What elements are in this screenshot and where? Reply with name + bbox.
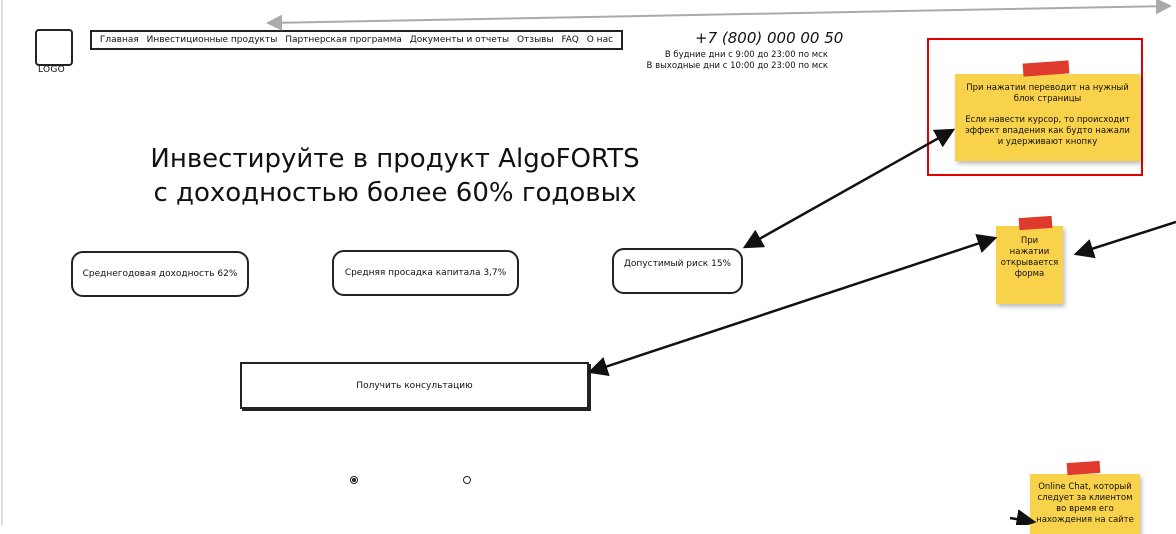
sticky-tape [1018, 215, 1053, 231]
nav-item-documents[interactable]: Документы и отчеты [410, 35, 509, 45]
connector-line-gray [266, 0, 1172, 31]
nav-item-faq[interactable]: FAQ [561, 35, 578, 45]
stat-card-yield: Среднегодовая доходность 62% [71, 251, 249, 297]
main-nav: Главная Инвестиционные продукты Партнерс… [90, 30, 623, 50]
sticky-note-form-text: При нажатии открывается форма [1000, 236, 1059, 279]
arrow-from-right-to-form [1073, 220, 1176, 259]
stat-card-drawdown: Средняя просадка капитала 3,7% [332, 250, 519, 296]
logo-label: LOGO [38, 65, 66, 75]
nav-item-about[interactable]: О нас [587, 35, 613, 45]
sticky-note-nav-text-1: При нажатии переводит на нужный блок стр… [966, 83, 1129, 104]
sticky-note-chat: Online Chat, который следует за клиентом… [1030, 474, 1140, 534]
stat-risk-label: Допустимый риск 15% [623, 259, 732, 269]
nav-item-products[interactable]: Инвестиционные продукты [147, 35, 278, 45]
get-consultation-label: Получить консультацию [356, 380, 473, 391]
stat-yield-label: Среднегодовая доходность 62% [82, 269, 238, 279]
hours-weekends: В выходные дни с 10:00 до 23:00 по мск [646, 61, 828, 71]
stat-drawdown-label: Средняя просадка капитала 3,7% [344, 268, 507, 278]
hero-heading: Инвестируйте в продукт AlgoFORTS с доход… [120, 142, 670, 210]
sticky-note-nav: При нажатии переводит на нужный блок стр… [955, 74, 1140, 161]
sticky-note-chat-text: Online Chat, который следует за клиентом… [1036, 482, 1134, 525]
sticky-tape [1066, 460, 1101, 476]
nav-item-home[interactable]: Главная [100, 35, 139, 45]
get-consultation-button[interactable]: Получить консультацию [240, 362, 589, 409]
phone-number[interactable]: +7 (800) 000 00 50 [695, 29, 843, 47]
slider-dot-1[interactable] [350, 476, 358, 484]
nav-item-reviews[interactable]: Отзывы [517, 35, 554, 45]
slider-dot-2[interactable] [463, 476, 471, 484]
sticky-note-form: При нажатии открывается форма [996, 226, 1063, 304]
slider-dot-selected-indicator [352, 478, 356, 482]
sticky-note-nav-text-2: Если навести курсор, то происходит эффек… [965, 115, 1130, 147]
hours-weekdays: В будние дни с 9:00 до 23:00 по мск [664, 50, 828, 60]
nav-item-partner[interactable]: Партнерская программа [285, 35, 402, 45]
arrow-to-risk-card [742, 128, 956, 249]
hero-line-2: с доходностью более 60% годовых [153, 178, 637, 208]
working-hours: В будние дни с 9:00 до 23:00 по мск В вы… [640, 50, 828, 72]
hero-line-1: Инвестируйте в продукт AlgoFORTS [150, 144, 640, 174]
stat-card-risk: Допустимый риск 15% [612, 248, 743, 294]
logo-placeholder[interactable] [35, 29, 73, 66]
